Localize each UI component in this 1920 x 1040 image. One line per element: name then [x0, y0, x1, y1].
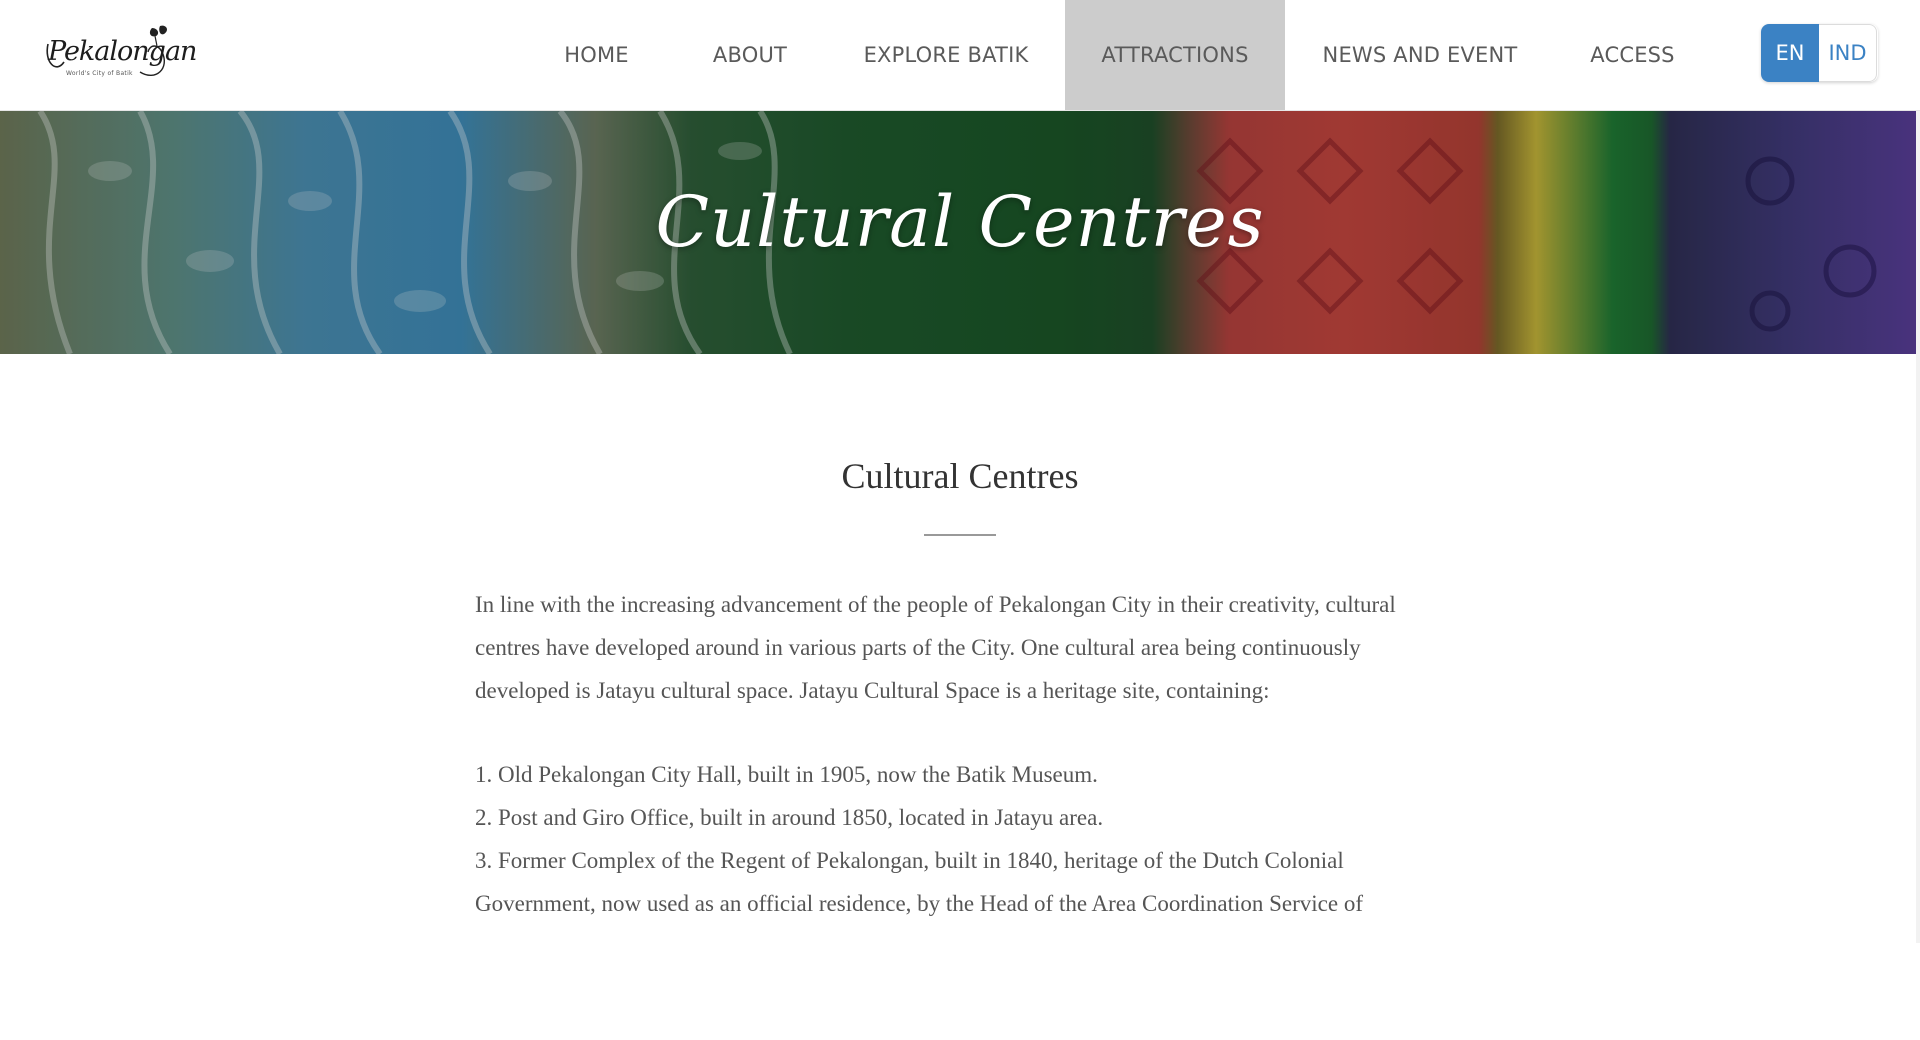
nav-item-home[interactable]: HOME — [520, 0, 673, 110]
nav-item-about[interactable]: ABOUT — [673, 0, 827, 110]
heritage-list: 1. Old Pekalongan City Hall, built in 19… — [475, 753, 1445, 925]
page-edge-shadow — [1916, 111, 1920, 943]
lang-en-button[interactable]: EN — [1761, 24, 1819, 82]
list-item: 3. Former Complex of the Regent of Pekal… — [475, 848, 1363, 916]
banner-title: Cultural Centres — [655, 181, 1265, 263]
main-nav: HOME ABOUT EXPLORE BATIK ATTRACTIONS NEW… — [520, 0, 1710, 110]
language-switcher: EN IND — [1761, 24, 1878, 82]
hero-banner: Cultural Centres — [0, 111, 1920, 354]
logo-tagline: World's City of Batik — [66, 70, 133, 77]
site-logo[interactable]: Pekalongan World's City of Batik — [44, 22, 197, 90]
main-content: Cultural Centres In line with the increa… — [475, 455, 1445, 925]
list-item: 1. Old Pekalongan City Hall, built in 19… — [475, 762, 1098, 787]
title-divider — [924, 534, 996, 536]
page-title: Cultural Centres — [841, 456, 1079, 496]
list-item: 2. Post and Giro Office, built in around… — [475, 805, 1104, 830]
nav-item-explore-batik[interactable]: EXPLORE BATIK — [827, 0, 1065, 110]
nav-item-news-and-event[interactable]: NEWS AND EVENT — [1285, 0, 1555, 110]
nav-item-access[interactable]: ACCESS — [1555, 0, 1710, 110]
page: Pekalongan World's City of Batik HOME AB… — [0, 0, 1920, 1040]
lang-ind-button[interactable]: IND — [1819, 24, 1877, 82]
nav-item-attractions[interactable]: ATTRACTIONS — [1065, 0, 1285, 110]
intro-paragraph: In line with the increasing advancement … — [475, 592, 1396, 703]
site-header: Pekalongan World's City of Batik HOME AB… — [0, 0, 1920, 111]
logo-text: Pekalongan — [48, 36, 197, 67]
